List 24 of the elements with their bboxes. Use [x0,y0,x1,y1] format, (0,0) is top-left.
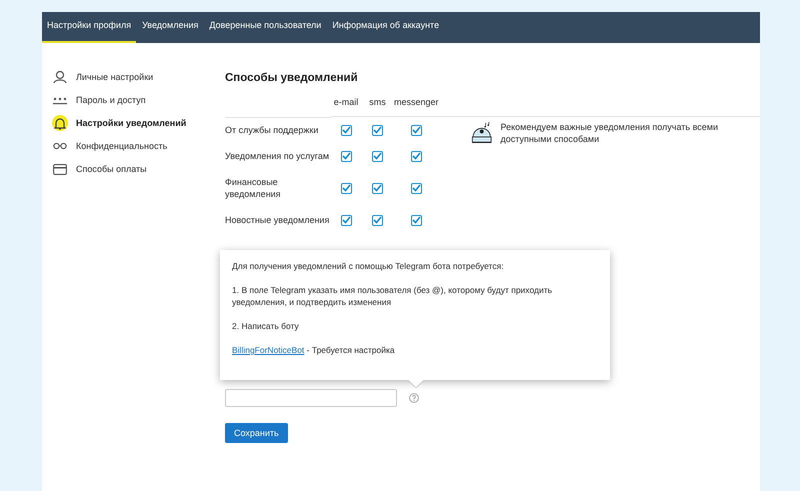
column-header: sms [361,96,394,117]
row-label: Финансовые уведомления [225,176,282,201]
recommendation-text: Рекомендуем важные уведомления получать всеми доступными способами [500,121,720,145]
tooltip-title: Для получения уведомлений с помощью Telegram бота потребуется: [232,260,505,272]
column-header: messenger [394,96,438,117]
nav-tab[interactable]: Доверенные пользователи [204,12,326,43]
section-title: Способы уведомлений [225,72,359,84]
nav-tab[interactable]: Уведомления [137,12,204,43]
column-header: e-mail [331,96,361,117]
sidebar-item[interactable]: Конфиденциальность [52,137,225,155]
row-label: От службы поддержки [225,124,320,137]
sidebar-item[interactable]: Личные настройки [52,68,225,86]
row-label: Уведомления по услугам [225,150,330,163]
instruction-step: 1. В поле Telegram указать имя пользователя (без @), которому будут приходить уведомления, и подтвердить изменения [232,284,598,308]
instruction-step: 2. Написать боту [232,320,598,332]
sidebar-item[interactable]: Настройки уведомлений [52,114,225,132]
sidebar-item[interactable]: Пароль и доступ [52,91,225,109]
save-button[interactable]: Сохранить [225,423,288,443]
nav-tab[interactable]: Настройки профиля [42,12,136,43]
bot-status: - Требуется настройка [306,345,395,355]
nav-tab[interactable]: Информация об аккаунте [327,12,444,43]
row-label: Новостные уведомления [225,214,330,227]
bot-link[interactable]: BillingForNoticeBot [232,345,304,355]
sidebar-item[interactable]: Способы оплаты [52,160,225,178]
